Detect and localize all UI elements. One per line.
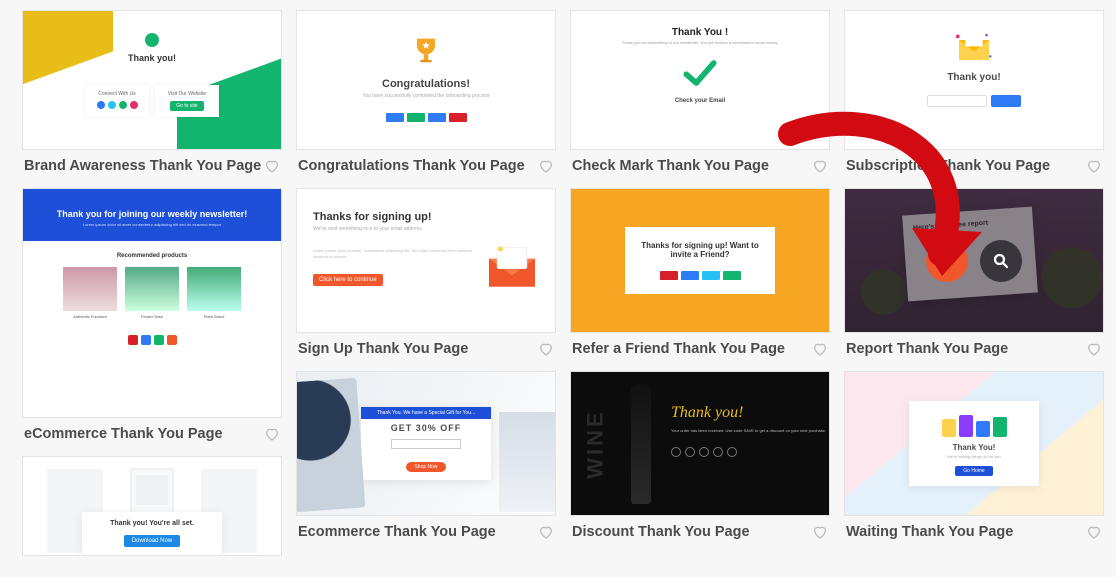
thumbnail-scene: Thank you for joining our weekly newslet… xyxy=(23,189,281,417)
favorite-icon[interactable] xyxy=(1086,341,1102,357)
template-caption: Ecommerce Thank You Page xyxy=(296,516,556,550)
check-icon xyxy=(680,53,720,93)
favorite-icon[interactable] xyxy=(538,158,554,174)
template-thumbnail[interactable]: Thank you! Connect With Us xyxy=(22,10,282,150)
template-caption: Check Mark Thank You Page xyxy=(570,150,830,184)
favorite-icon[interactable] xyxy=(538,341,554,357)
favorite-icon[interactable] xyxy=(812,158,828,174)
template-card-discount[interactable]: WINE Thank you! Your order has been rece… xyxy=(570,371,830,550)
favorite-icon[interactable] xyxy=(538,524,554,540)
template-thumbnail[interactable]: Thanks for signing up! We've sent someth… xyxy=(296,188,556,333)
template-card-refer[interactable]: Thanks for signing up! Want to invite a … xyxy=(570,188,830,367)
check-icon xyxy=(938,252,956,270)
template-thumbnail[interactable]: Thanks for signing up! Want to invite a … xyxy=(570,188,830,333)
template-caption: Report Thank You Page xyxy=(844,333,1104,367)
template-card-ecommerce[interactable]: Thank you for joining our weekly newslet… xyxy=(22,188,282,452)
template-title: Refer a Friend Thank You Page xyxy=(572,341,785,357)
favorite-icon[interactable] xyxy=(1086,524,1102,540)
thumbnail-scene: Thank you! Connect With Us xyxy=(23,11,281,149)
grid-column: Thank You ! Thank you for subscribing to… xyxy=(570,10,830,560)
template-card-congrats[interactable]: Congratulations! You have successfully c… xyxy=(296,10,556,184)
template-thumbnail[interactable]: Thank You ! Thank you for subscribing to… xyxy=(570,10,830,150)
template-title: Discount Thank You Page xyxy=(572,524,750,540)
template-card-signup[interactable]: Thanks for signing up! We've sent someth… xyxy=(296,188,556,367)
template-title: Brand Awareness Thank You Page xyxy=(24,158,261,174)
template-caption: Sign Up Thank You Page xyxy=(296,333,556,367)
favorite-icon[interactable] xyxy=(812,524,828,540)
thumbnail-title: Thank you! xyxy=(23,53,281,63)
thumbnail-scene: Thanks for signing up! Want to invite a … xyxy=(571,189,829,332)
favorite-icon[interactable] xyxy=(264,426,280,442)
thumbnail-scene: Thanks for signing up! We've sent someth… xyxy=(297,189,555,332)
template-thumbnail[interactable]: Thank You. We have a Special Gift for Yo… xyxy=(296,371,556,516)
template-caption: Refer a Friend Thank You Page xyxy=(570,333,830,367)
template-caption: Discount Thank You Page xyxy=(570,516,830,550)
template-title: eCommerce Thank You Page xyxy=(24,426,223,442)
template-card-check[interactable]: Thank You ! Thank you for subscribing to… xyxy=(570,10,830,184)
template-grid: Thank you! Connect With Us xyxy=(0,0,1116,570)
thumbnail-scene: Thank You! We're setting things up for y… xyxy=(845,372,1103,515)
thumbnail-scene: WINE Thank you! Your order has been rece… xyxy=(571,372,829,515)
thumbnail-scene: Thank You. We have a Special Gift for Yo… xyxy=(297,372,555,515)
template-caption: Subscription Thank You Page xyxy=(844,150,1104,184)
template-thumbnail[interactable]: Thank You! We're setting things up for y… xyxy=(844,371,1104,516)
grid-column: Thank you! Connect With Us xyxy=(22,10,282,560)
template-title: Congratulations Thank You Page xyxy=(298,158,525,174)
template-thumbnail[interactable]: Here's your free report xyxy=(844,188,1104,333)
template-card-report[interactable]: Here's your free report Report Thank You… xyxy=(844,188,1104,367)
template-thumbnail[interactable]: WINE Thank you! Your order has been rece… xyxy=(570,371,830,516)
grid-column: Congratulations! You have successfully c… xyxy=(296,10,556,560)
template-title: Waiting Thank You Page xyxy=(846,524,1013,540)
favorite-icon[interactable] xyxy=(1086,158,1102,174)
template-caption: Congratulations Thank You Page xyxy=(296,150,556,184)
template-thumbnail[interactable]: Congratulations! You have successfully c… xyxy=(296,10,556,150)
template-card-waiting[interactable]: Thank You! We're setting things up for y… xyxy=(844,371,1104,550)
template-card-ecom2[interactable]: Thank You. We have a Special Gift for Yo… xyxy=(296,371,556,550)
envelope-icon xyxy=(954,31,994,63)
trophy-icon xyxy=(408,33,444,69)
template-title: Subscription Thank You Page xyxy=(846,158,1050,174)
template-card-brand[interactable]: Thank you! Connect With Us xyxy=(22,10,282,184)
preview-button[interactable] xyxy=(980,240,1022,282)
template-caption: Waiting Thank You Page xyxy=(844,516,1104,550)
favorite-icon[interactable] xyxy=(812,341,828,357)
template-title: Sign Up Thank You Page xyxy=(298,341,468,357)
template-thumbnail[interactable]: Thank you! You're all set. Download Now xyxy=(22,456,282,556)
hover-actions xyxy=(845,189,1103,332)
magnify-icon xyxy=(992,252,1010,270)
thumbnail-scene: Congratulations! You have successfully c… xyxy=(297,11,555,149)
template-title: Ecommerce Thank You Page xyxy=(298,524,496,540)
template-thumbnail[interactable]: Thank you! xyxy=(844,10,1104,150)
template-card-allset[interactable]: Thank you! You're all set. Download Now xyxy=(22,456,282,556)
thumbnail-scene: Thank You ! Thank you for subscribing to… xyxy=(571,11,829,149)
grid-column: Thank you! Subscription Thank You Page H… xyxy=(844,10,1104,560)
thumbnail-scene: Thank you! You're all set. Download Now xyxy=(23,457,281,555)
template-caption: Brand Awareness Thank You Page xyxy=(22,150,282,184)
template-title: Check Mark Thank You Page xyxy=(572,158,769,174)
use-template-button[interactable] xyxy=(926,240,968,282)
template-title: Report Thank You Page xyxy=(846,341,1008,357)
template-card-subscription[interactable]: Thank you! Subscription Thank You Page xyxy=(844,10,1104,184)
envelope-icon xyxy=(485,244,539,290)
favorite-icon[interactable] xyxy=(264,158,280,174)
thumbnail-scene: Here's your free report xyxy=(845,189,1103,332)
template-caption: eCommerce Thank You Page xyxy=(22,418,282,452)
thumbnail-scene: Thank you! xyxy=(845,11,1103,149)
template-thumbnail[interactable]: Thank you for joining our weekly newslet… xyxy=(22,188,282,418)
